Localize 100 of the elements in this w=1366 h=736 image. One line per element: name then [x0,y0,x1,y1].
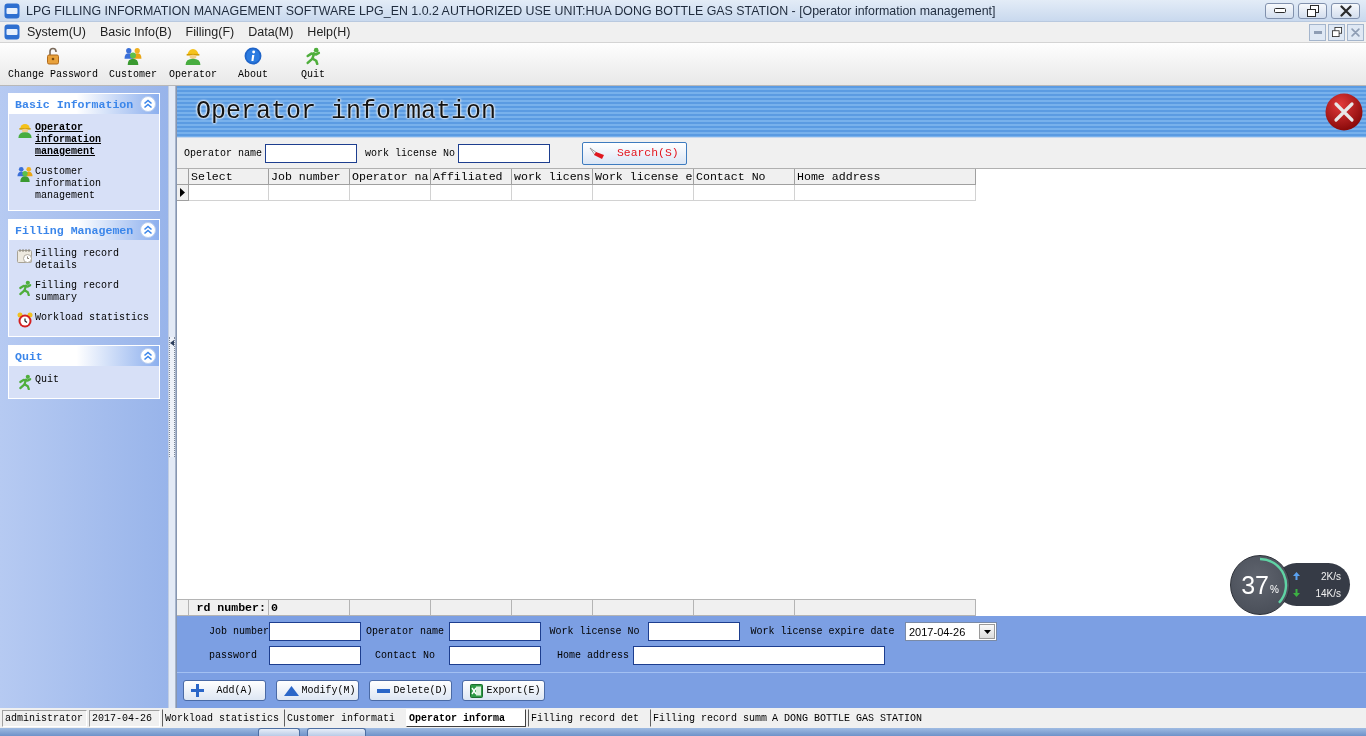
arrow-down-icon [1293,589,1300,597]
action-button[interactable]: Export(E) [462,680,545,701]
text-field[interactable] [633,646,885,665]
action-button[interactable]: Add(A) [183,680,266,701]
status-user: administrator [2,709,87,727]
close-button[interactable] [1325,92,1363,131]
caret-down-icon [983,629,991,634]
nav-item[interactable]: Workload statistics [17,312,152,328]
nav-item[interactable]: Customer information management [17,166,152,202]
upload-speed: 2K/s [1321,570,1341,582]
row-header-cell[interactable] [177,185,189,201]
column-header[interactable]: Affiliated [431,169,512,185]
splitter-grip[interactable] [169,337,175,457]
panel-title: Quit [15,349,43,363]
double-chevron-up-icon [143,99,153,109]
nav-item[interactable]: Filling record details [17,248,152,272]
toolbar-button[interactable]: Operator [164,43,222,85]
gauge-value: 37 [1241,572,1269,598]
window-tab[interactable]: Workload statistics [162,709,282,727]
field-label: Contact No [375,650,435,661]
nav-item[interactable]: Operator information management [17,122,152,158]
menu-item[interactable]: Filling(F) [178,25,242,39]
collapse-button[interactable] [140,96,156,112]
arrow-up-icon [1293,572,1300,580]
menu-item[interactable]: Help(H) [300,25,358,39]
runner-icon [17,280,33,296]
search-button[interactable]: Search(S) [582,141,688,165]
menu-item[interactable]: System(U) [20,25,94,39]
field-label: password [209,650,257,661]
triangle-up-icon [284,685,299,696]
field-label: Work license expire date [750,626,895,637]
status-text: A DONG BOTTLE GAS STATION [772,712,923,724]
search-field[interactable] [265,143,357,163]
window-title: LPG FILLING INFORMATION MANAGEMENT SOFTWARE LPG_EN 1.0.2 AUTHORIZED USE UNIT:HUA DONG BOTTLE GAS STATION - [Operator information management] [26,3,997,18]
page-title: Operator information [196,97,497,126]
plus-icon [191,684,204,697]
text-field[interactable] [449,646,541,665]
panel-title: Basic Information [15,97,134,111]
toolbar-button[interactable]: Quit [284,43,342,85]
action-button[interactable]: Modify(M) [276,680,359,701]
close-icon [1339,4,1352,17]
people-icon [17,166,33,182]
column-header[interactable]: Contact No [694,169,795,185]
text-field[interactable] [269,622,361,641]
nav-item[interactable]: Filling record summary [17,280,152,304]
toolbar-button[interactable]: Customer [104,43,162,85]
column-header[interactable]: Home address [795,169,976,185]
restore-icon [1306,4,1319,17]
column-header[interactable]: work licens [512,169,593,185]
date-picker[interactable]: 2017-04-26 [905,622,997,641]
restore-icon [1331,27,1342,37]
person-icon [17,122,33,138]
column-header[interactable]: Operator na [350,169,431,185]
window-tab[interactable]: Operator informa [406,709,526,727]
text-field[interactable] [449,622,541,641]
column-header[interactable]: Job number [269,169,350,185]
search-field[interactable] [458,143,551,163]
column-header[interactable]: Select [189,169,269,185]
taskbar-button[interactable] [307,728,366,736]
column-header[interactable]: Work license e [593,169,694,185]
minimize-icon [1313,30,1322,34]
dropdown-button[interactable] [979,624,995,639]
runner-icon [17,374,33,390]
taskbar-button[interactable] [258,728,300,736]
action-button[interactable]: Delete(D) [369,680,452,701]
window-tab[interactable]: Filling record summ [650,709,770,727]
toolbar-button[interactable]: About [224,43,282,85]
calendar-icon [17,248,33,264]
restore-button[interactable] [1328,23,1345,41]
app-icon [4,2,20,19]
menu-item[interactable]: Data(M) [241,25,301,39]
people-icon [124,47,142,65]
spreadsheet-icon [470,683,483,698]
text-field[interactable] [648,622,740,641]
collapse-button[interactable] [140,222,156,238]
download-speed: 14K/s [1315,587,1341,599]
nav-item[interactable]: Quit [17,374,152,390]
field-label: Work license No [549,626,640,637]
close-button[interactable] [1331,2,1360,19]
record-count-label: rd number: [196,601,266,614]
restore-button[interactable] [1298,2,1327,19]
record-count-value: 0 [271,601,278,614]
double-chevron-up-icon [143,351,153,361]
close-icon [1325,92,1363,131]
double-chevron-up-icon [143,225,153,235]
current-row-icon [180,188,185,197]
runner-icon [304,47,322,65]
padlock-icon [46,47,60,65]
collapse-button[interactable] [140,348,156,364]
text-field[interactable] [269,646,361,665]
minimize-button[interactable] [1265,2,1294,19]
field-label: Operator name [184,147,262,159]
toolbar-button[interactable]: Change Password [4,43,102,85]
menu-item[interactable]: Basic Info(B) [93,25,179,39]
status-date: 2017-04-26 [89,709,160,727]
alarm-clock-icon [17,312,33,328]
field-label: Operator name [366,626,444,637]
left-arrow-icon [170,340,174,346]
field-label: work license No [365,147,456,159]
minus-icon [377,688,390,693]
